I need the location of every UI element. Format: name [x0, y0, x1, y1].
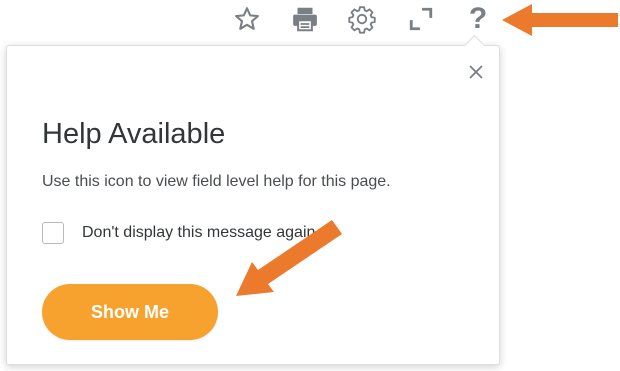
gear-icon[interactable] — [345, 2, 379, 36]
show-me-button[interactable]: Show Me — [42, 284, 218, 340]
dont-display-checkbox[interactable] — [42, 222, 64, 244]
close-icon — [469, 65, 483, 79]
popup-title: Help Available — [42, 118, 226, 150]
page-toolbar: ? — [0, 0, 620, 40]
print-icon[interactable] — [288, 2, 322, 36]
help-glyph: ? — [468, 2, 488, 35]
close-button[interactable] — [462, 58, 490, 86]
star-icon[interactable] — [230, 2, 264, 36]
popup-description: Use this icon to view field level help f… — [42, 173, 391, 190]
expand-icon[interactable] — [404, 2, 438, 36]
dont-display-label[interactable]: Don't display this message again — [82, 224, 315, 242]
help-icon[interactable]: ? — [461, 2, 495, 36]
dont-display-row[interactable]: Don't display this message again — [42, 220, 315, 246]
